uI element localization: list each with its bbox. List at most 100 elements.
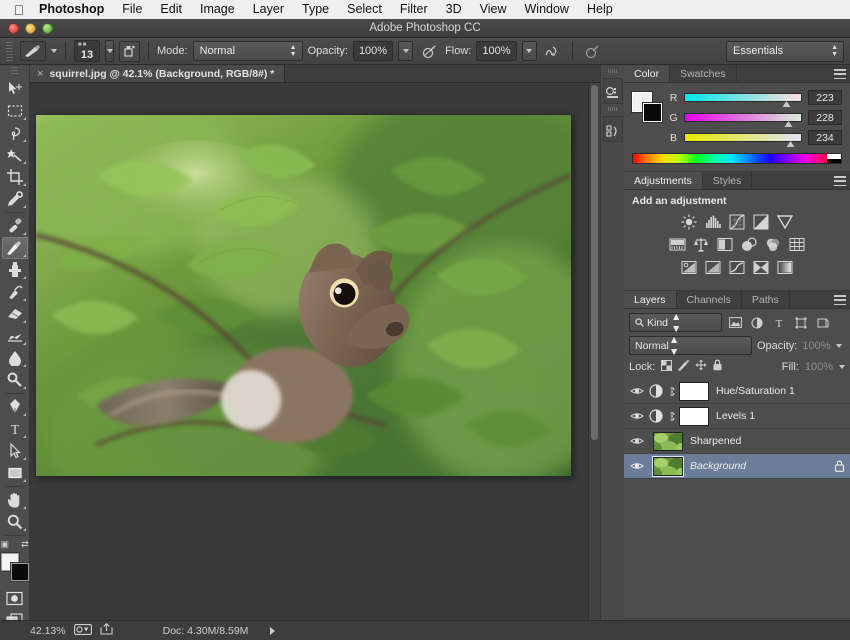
workspace-select[interactable]: Essentials ▲▼ (726, 41, 844, 62)
red-slider-knob[interactable] (782, 101, 791, 108)
dodge-tool[interactable] (2, 369, 28, 391)
threshold-icon[interactable] (729, 259, 746, 276)
brush-preset-dropdown-arrow[interactable] (51, 49, 57, 53)
opacity-dropdown-button[interactable] (398, 41, 413, 61)
tab-layers[interactable]: Layers (624, 291, 677, 308)
red-slider-track[interactable] (684, 93, 802, 102)
black-swatch[interactable] (827, 159, 841, 164)
shape-filter-icon[interactable] (792, 313, 810, 332)
adjustment-layer-thumbnail[interactable] (647, 384, 665, 398)
menu-filter[interactable]: Filter (391, 0, 437, 19)
brush-size-field[interactable]: ■■ 13 (74, 40, 100, 62)
menu-view[interactable]: View (471, 0, 516, 19)
menu-file[interactable]: File (113, 0, 151, 19)
tab-styles[interactable]: Styles (703, 172, 753, 189)
layer-opacity-dropdown-arrow[interactable] (836, 344, 842, 348)
move-tool[interactable] (2, 78, 28, 100)
green-slider-knob[interactable] (784, 121, 793, 128)
crop-tool[interactable] (2, 166, 28, 188)
pen-tool[interactable] (2, 396, 28, 418)
background-color-swatch[interactable] (11, 563, 29, 581)
brush-size-stepper[interactable] (105, 40, 114, 62)
layer-row-levels-1[interactable]: Levels 1 (624, 404, 850, 429)
tab-paths[interactable]: Paths (742, 291, 790, 308)
hand-tool[interactable] (2, 489, 28, 511)
layer-thumbnail[interactable] (653, 432, 683, 451)
color-balance-icon[interactable] (693, 236, 710, 253)
levels-icon[interactable] (705, 213, 722, 230)
vibrance-icon[interactable] (777, 213, 794, 230)
pixel-aspect-icon[interactable] (74, 624, 92, 638)
layer-name[interactable]: Sharpened (683, 435, 850, 447)
color-spectrum-ramp[interactable] (632, 153, 842, 164)
close-icon[interactable]: × (37, 68, 43, 80)
tab-color[interactable]: Color (624, 65, 670, 82)
brightness-contrast-icon[interactable] (681, 213, 698, 230)
layer-visibility-toggle[interactable] (627, 386, 647, 396)
layer-visibility-toggle[interactable] (627, 436, 647, 446)
blue-slider-knob[interactable] (787, 141, 796, 148)
panel-menu-icon[interactable] (834, 69, 846, 79)
layer-mask-link-icon[interactable] (665, 385, 679, 398)
share-icon[interactable] (100, 623, 113, 638)
menu-photoshop[interactable]: Photoshop (30, 0, 113, 19)
fill-dropdown-arrow[interactable] (839, 365, 845, 369)
blue-value[interactable]: 234 (808, 130, 842, 145)
properties-panel-icon[interactable] (603, 116, 623, 142)
tab-channels[interactable]: Channels (677, 291, 742, 308)
layer-name[interactable]: Background (683, 460, 828, 472)
zoom-level-value[interactable]: 42.13% (30, 625, 66, 637)
rectangular-marquee-tool[interactable] (2, 100, 28, 122)
dock-grip[interactable] (608, 69, 617, 73)
pixel-filter-icon[interactable] (726, 313, 744, 332)
layer-blend-mode-select[interactable]: Normal ▲▼ (629, 336, 752, 355)
history-panel-icon[interactable] (603, 78, 623, 104)
layer-name[interactable]: Levels 1 (709, 410, 850, 422)
dock-grip[interactable] (608, 107, 617, 111)
layer-row-background[interactable]: Background (624, 454, 850, 479)
status-bar-menu-arrow[interactable] (270, 627, 275, 635)
layer-mask-thumbnail[interactable] (679, 407, 709, 426)
layer-visibility-toggle[interactable] (627, 461, 647, 471)
layer-filter-kind-select[interactable]: Kind ▲▼ (629, 313, 722, 332)
path-selection-tool[interactable] (2, 440, 28, 462)
options-bar-grip[interactable] (6, 42, 13, 61)
lock-transparent-pixels-icon[interactable] (661, 360, 672, 374)
rectangle-tool[interactable] (2, 462, 28, 484)
smartobject-filter-icon[interactable] (814, 313, 832, 332)
channel-mixer-icon[interactable] (765, 236, 782, 253)
type-filter-icon[interactable]: T (770, 313, 788, 332)
layer-name[interactable]: Hue/Saturation 1 (709, 385, 850, 397)
invert-icon[interactable] (681, 259, 698, 276)
eraser-tool[interactable] (2, 303, 28, 325)
color-lookup-icon[interactable] (789, 236, 806, 253)
blur-tool[interactable] (2, 347, 28, 369)
hue-saturation-icon[interactable] (669, 236, 686, 253)
lock-image-pixels-icon[interactable] (677, 359, 690, 374)
swap-colors-icon[interactable]: ⇄ (21, 539, 29, 550)
menu-3d[interactable]: 3D (437, 0, 471, 19)
fill-value[interactable]: 100% (805, 361, 833, 373)
blend-mode-select[interactable]: Normal ▲▼ (193, 41, 303, 61)
quick-mask-mode-button[interactable] (2, 587, 28, 609)
spot-healing-brush-tool[interactable] (2, 215, 28, 237)
default-colors-icon[interactable]: ▣ (1, 539, 10, 550)
layer-row-hue-saturation-1[interactable]: Hue/Saturation 1 (624, 379, 850, 404)
tablet-pressure-icon[interactable] (581, 40, 603, 62)
opacity-pressure-icon[interactable] (418, 40, 440, 62)
selective-color-icon[interactable] (777, 259, 794, 276)
opacity-input[interactable]: 100% (353, 41, 393, 61)
menu-select[interactable]: Select (338, 0, 391, 19)
menu-help[interactable]: Help (578, 0, 622, 19)
black-white-icon[interactable] (717, 236, 734, 253)
menu-edit[interactable]: Edit (151, 0, 191, 19)
airbrush-mode-icon[interactable] (542, 40, 564, 62)
tab-swatches[interactable]: Swatches (670, 65, 737, 82)
airbrush-toggle-button[interactable] (119, 41, 140, 62)
zoom-tool[interactable] (2, 511, 28, 533)
eyedropper-tool[interactable] (2, 188, 28, 210)
brush-tool[interactable] (2, 237, 28, 259)
clone-stamp-tool[interactable] (2, 259, 28, 281)
scrollbar-thumb[interactable] (591, 85, 598, 440)
posterize-icon[interactable] (705, 259, 722, 276)
